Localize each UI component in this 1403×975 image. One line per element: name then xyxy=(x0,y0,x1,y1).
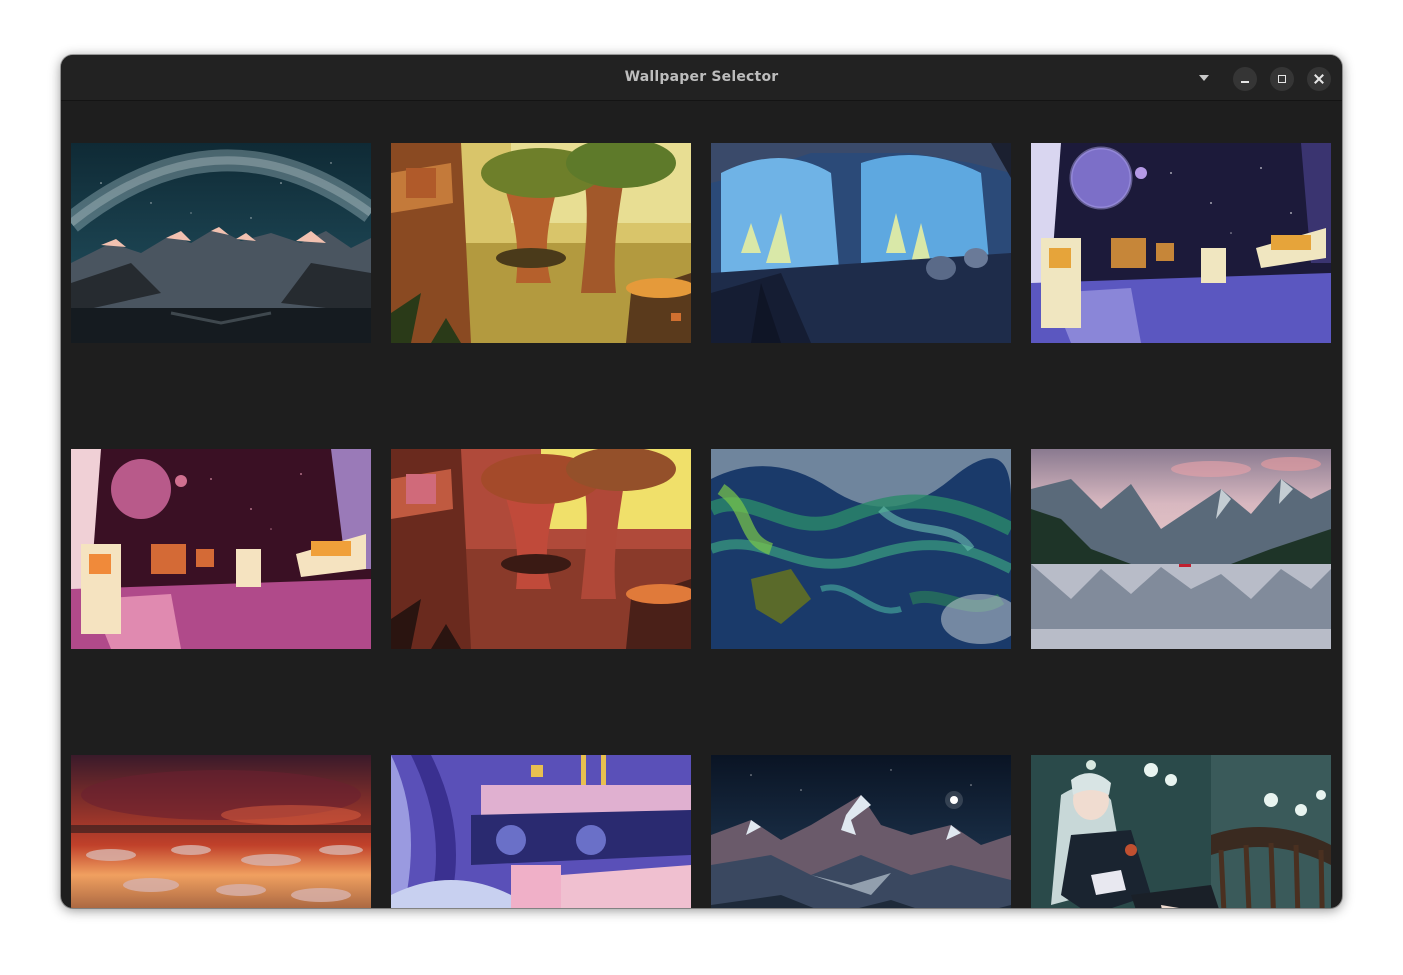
close-icon xyxy=(1314,74,1324,84)
wallpaper-thumbnail-cartoon-crystal-cave-blue[interactable] xyxy=(711,143,1011,343)
maximize-icon xyxy=(1278,75,1286,83)
title-bar[interactable]: Wallpaper Selector xyxy=(61,55,1342,101)
wallpaper-thumbnail-lake-mountains-pink-sky[interactable] xyxy=(1031,449,1331,649)
minimize-icon xyxy=(1241,81,1249,83)
close-button[interactable] xyxy=(1307,67,1331,91)
wallpaper-thumbnail-night-snowy-mountains[interactable] xyxy=(711,755,1011,908)
wallpaper-grid[interactable] xyxy=(71,143,1331,908)
wallpaper-thumbnail-milky-way-mountains[interactable] xyxy=(71,143,371,343)
wallpaper-thumbnail-cartoon-space-station-purple[interactable] xyxy=(1031,143,1331,343)
maximize-button[interactable] xyxy=(1270,67,1294,91)
wallpaper-thumbnail-cartoon-space-station-pink[interactable] xyxy=(71,449,371,649)
menu-button[interactable] xyxy=(1191,66,1217,90)
wallpaper-thumbnail-cartoon-forest-warm[interactable] xyxy=(391,143,691,343)
wallpaper-thumbnail-anime-girl-balcony[interactable] xyxy=(1031,755,1331,908)
app-window: Wallpaper Selector xyxy=(61,55,1342,908)
wallpaper-thumbnail-ocean-plankton-swirls[interactable] xyxy=(711,449,1011,649)
pan-down-icon xyxy=(1199,75,1209,81)
minimize-button[interactable] xyxy=(1233,67,1257,91)
wallpaper-thumbnail-cartoon-forest-red[interactable] xyxy=(391,449,691,649)
wallpaper-thumbnail-sunset-ice-lagoon[interactable] xyxy=(71,755,371,908)
window-title: Wallpaper Selector xyxy=(624,69,779,85)
wallpaper-thumbnail-cartoon-interior-blue-purple[interactable] xyxy=(391,755,691,908)
